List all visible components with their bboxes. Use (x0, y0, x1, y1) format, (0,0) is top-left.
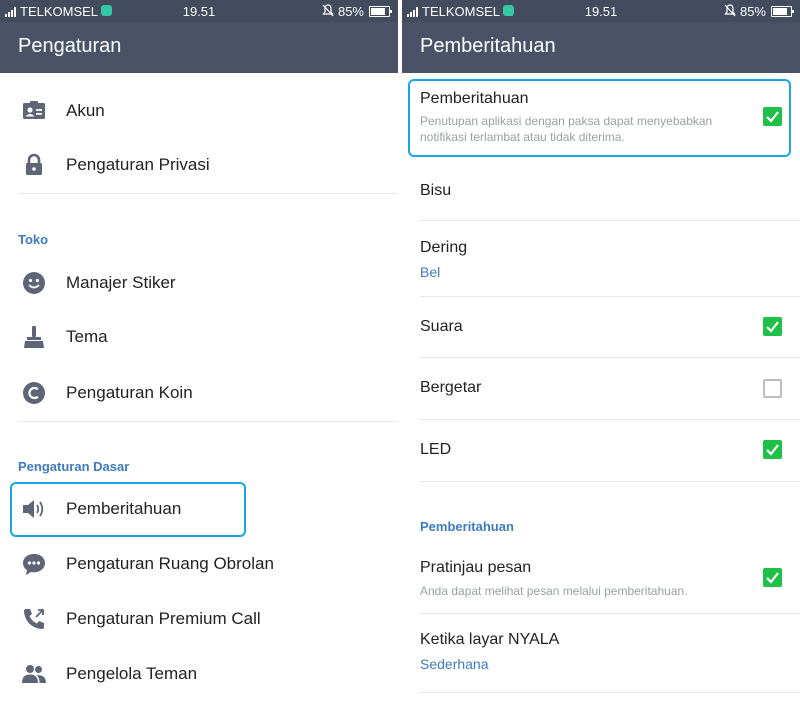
menu-item-label: Pengaturan Premium Call (66, 609, 261, 628)
lock-icon (26, 153, 42, 175)
divider (18, 421, 398, 422)
notifications-checkbox[interactable] (763, 107, 782, 126)
setting-message-preview[interactable]: Pratinjau pesan Anda dapat melihat pesan… (402, 545, 800, 613)
menu-item-friend-manager[interactable]: Pengelola Teman (0, 648, 398, 700)
setting-value: Bel (420, 264, 441, 280)
divider (420, 692, 800, 693)
menu-item-label: Pengaturan Ruang Obrolan (66, 554, 274, 573)
menu-item-coin-settings[interactable]: Pengaturan Koin (0, 367, 398, 419)
menu-item-label: Tema (66, 327, 108, 346)
setting-label: Pemberitahuan (420, 90, 529, 107)
menu-item-theme[interactable]: Tema (0, 312, 398, 364)
menu-item-label: Akun (66, 101, 105, 120)
setting-led[interactable]: LED (402, 420, 800, 480)
menu-item-label: Manajer Stiker (66, 273, 176, 292)
chat-bubble-icon (23, 554, 45, 575)
notifications-panel: TELKOMSEL 19.51 85% Pemberitahuan Pember… (402, 0, 800, 707)
page-title: Pemberitahuan (402, 22, 800, 73)
setting-label: Dering (420, 239, 468, 256)
message-preview-checkbox[interactable] (763, 568, 782, 587)
setting-description: Penutupan aplikasi dengan paksa dapat me… (420, 114, 713, 128)
setting-sound[interactable]: Suara (402, 297, 800, 357)
menu-item-label: Pengelola Teman (66, 664, 198, 683)
menu-item-account[interactable]: Akun (0, 85, 398, 137)
setting-label: LED (420, 441, 452, 458)
menu-item-label: Pengaturan Koin (66, 383, 193, 402)
divider (420, 481, 800, 482)
status-bar: TELKOMSEL 19.51 85% (0, 0, 398, 22)
setting-vibrate[interactable]: Bergetar (402, 358, 800, 418)
setting-description: notifikasi terlambat atau tidak diterima… (420, 130, 625, 144)
vibrate-checkbox[interactable] (763, 379, 782, 398)
menu-item-premium-call[interactable]: Pengaturan Premium Call (0, 593, 398, 645)
setting-screen-on[interactable]: Ketika layar NYALA Sederhana (402, 614, 800, 689)
brush-icon (24, 326, 44, 348)
setting-notifications[interactable]: Pemberitahuan Penutupan aplikasi dengan … (402, 82, 800, 154)
friends-icon (22, 665, 46, 683)
setting-description: Anda dapat melihat pesan melalui pemberi… (420, 584, 688, 598)
divider (18, 193, 398, 194)
setting-label: Ketika layar NYALA (420, 631, 560, 648)
battery-icon (771, 6, 794, 17)
mute-bell-icon (322, 4, 334, 17)
menu-item-chat-room-settings[interactable]: Pengaturan Ruang Obrolan (0, 538, 398, 590)
battery-percent: 85% (739, 4, 766, 19)
setting-label: Bisu (420, 182, 452, 199)
settings-panel: TELKOMSEL 19.51 85% Pengaturan Akun Peng… (0, 0, 398, 707)
setting-value: Sederhana (420, 656, 489, 672)
phone-call-icon (24, 609, 44, 629)
sound-checkbox[interactable] (763, 317, 782, 336)
menu-item-sticker-manager[interactable]: Manajer Stiker (0, 257, 398, 309)
menu-item-notifications[interactable]: Pemberitahuan (0, 483, 398, 535)
battery-icon (369, 6, 392, 17)
menu-item-privacy[interactable]: Pengaturan Privasi (0, 140, 398, 192)
mute-bell-icon (724, 4, 736, 17)
setting-label: Pratinjau pesan (420, 559, 532, 576)
setting-label: Bergetar (420, 379, 482, 396)
battery-percent: 85% (337, 4, 364, 19)
section-header-toko: Toko (18, 232, 49, 247)
setting-mute[interactable]: Bisu (402, 160, 800, 220)
setting-ringtone[interactable]: Dering Bel (402, 221, 800, 296)
smiley-icon (23, 272, 45, 294)
coin-icon (23, 382, 45, 404)
setting-label: Suara (420, 318, 463, 335)
speaker-icon (23, 500, 44, 518)
menu-item-label: Pengaturan Privasi (66, 155, 210, 174)
id-card-icon (23, 101, 45, 119)
section-header-notifications: Pemberitahuan (420, 519, 514, 534)
section-header-basic: Pengaturan Dasar (18, 459, 130, 474)
page-title: Pengaturan (0, 22, 398, 73)
led-checkbox[interactable] (763, 440, 782, 459)
status-bar: TELKOMSEL 19.51 85% (402, 0, 800, 22)
menu-item-label: Pemberitahuan (66, 499, 182, 518)
